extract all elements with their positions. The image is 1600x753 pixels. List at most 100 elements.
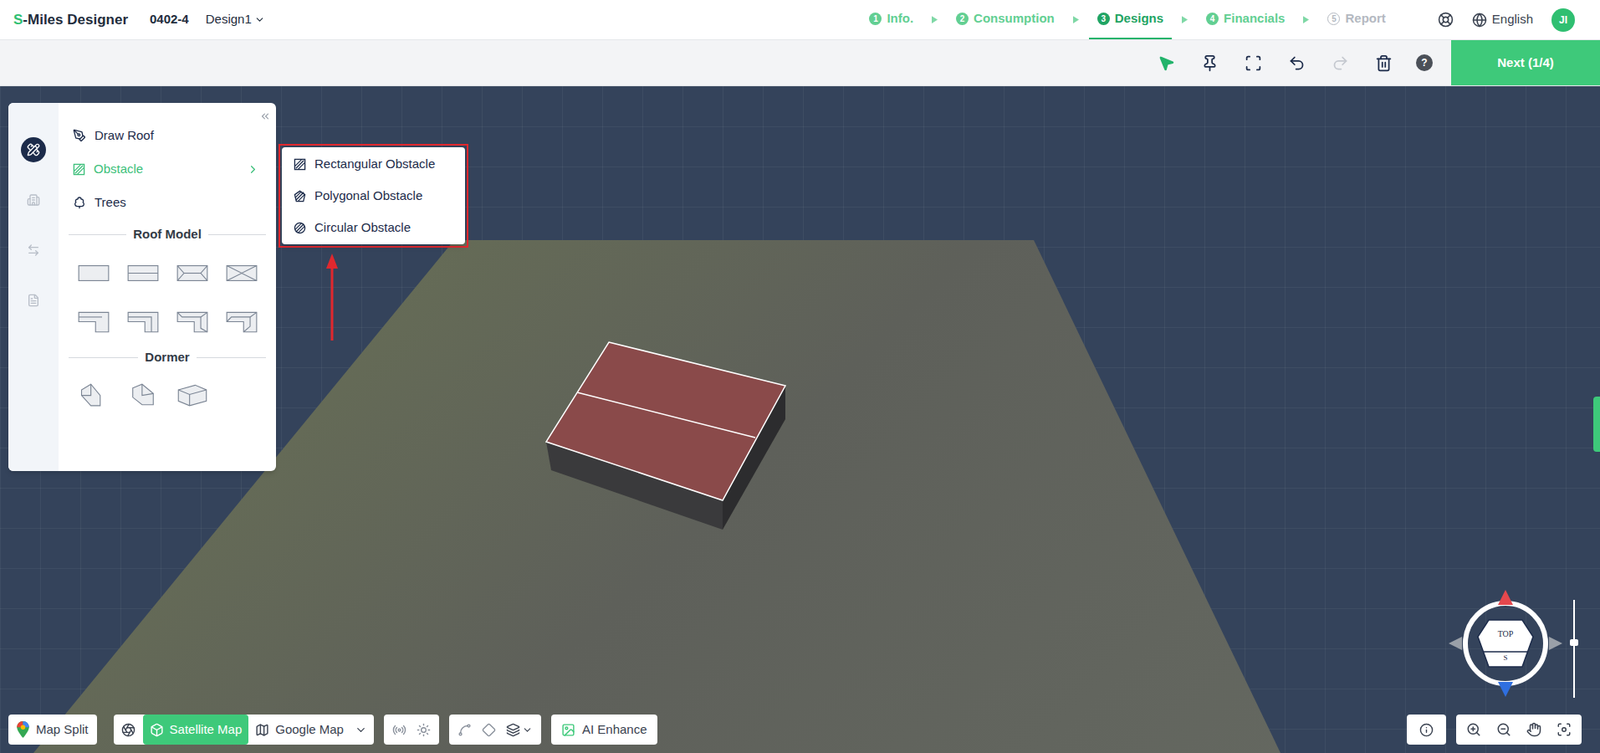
- panel-item[interactable]: Obstacle: [68, 152, 266, 186]
- slider-handle[interactable]: [1569, 638, 1579, 646]
- map-bar: Map Split Satellite MapGoogle Map AI Enhan…: [8, 714, 658, 745]
- roof-model-icon[interactable]: [77, 309, 110, 334]
- image-icon: [561, 722, 576, 737]
- step-number: 5: [1327, 12, 1340, 26]
- compass[interactable]: TOPS: [1446, 584, 1565, 702]
- signal-icon[interactable]: [392, 722, 407, 737]
- rect-obstacle-icon: [293, 158, 307, 171]
- panel-tabs: [8, 102, 59, 471]
- roof-model-icon[interactable]: [176, 382, 209, 407]
- roof-model-icon[interactable]: [77, 260, 110, 286]
- zoom-in-icon[interactable]: [1466, 721, 1482, 737]
- avatar[interactable]: JI: [1551, 8, 1575, 32]
- layers-icon[interactable]: [506, 722, 521, 737]
- frame-tool-button[interactable]: [1242, 51, 1264, 74]
- step-tab[interactable]: 2Consumption: [947, 0, 1064, 40]
- tools-icon: [26, 143, 41, 157]
- redo-icon: [1331, 54, 1350, 72]
- globe-icon: [1472, 12, 1488, 28]
- fit-view-icon[interactable]: [1556, 721, 1572, 737]
- logo[interactable]: S-Miles Designer: [13, 0, 128, 40]
- step-tab[interactable]: 1Info.: [860, 0, 922, 40]
- zoom-group: [1456, 714, 1582, 745]
- section-title: Dormer: [68, 348, 266, 366]
- project-name: 0402-4: [149, 0, 190, 40]
- roof-model-grid: [68, 260, 266, 334]
- support-icon[interactable]: [1437, 11, 1454, 28]
- toolbar: ? Next (1/4): [0, 40, 1600, 87]
- compass-icon: [1446, 584, 1565, 702]
- step-tab[interactable]: 3 Designs: [1088, 0, 1172, 40]
- roof-model-icon[interactable]: [176, 309, 209, 334]
- step-arrow-icon: [1181, 15, 1188, 24]
- roof-model-icon[interactable]: [77, 382, 110, 407]
- roof-model-icon[interactable]: [225, 309, 258, 334]
- cube-icon: [149, 722, 164, 737]
- tree-icon: [72, 195, 87, 210]
- ai-enhance-button[interactable]: AI Enhance: [551, 714, 658, 745]
- roof-model-icon[interactable]: [127, 382, 159, 407]
- compass-top-label: TOP: [1446, 628, 1565, 639]
- delete-tool-button[interactable]: [1372, 51, 1395, 74]
- roof-model-icon[interactable]: [127, 309, 159, 334]
- submenu-item[interactable]: Rectangular Obstacle: [281, 148, 466, 180]
- next-button[interactable]: Next (1/4): [1451, 40, 1600, 86]
- chevron-right-icon: [246, 163, 260, 176]
- dormer-grid: [68, 382, 266, 407]
- draw-group: [449, 714, 542, 745]
- chevron-down-icon: [354, 723, 368, 737]
- circle-obstacle-icon: [293, 221, 307, 235]
- select-tool-button[interactable]: [1155, 51, 1177, 74]
- step-tab[interactable]: 5Report: [1318, 0, 1394, 40]
- panel-tab[interactable]: [20, 287, 47, 313]
- redo-tool-button[interactable]: [1329, 51, 1351, 74]
- step-number: 4: [1206, 12, 1219, 26]
- info-button[interactable]: [1406, 714, 1447, 745]
- aperture-icon: [121, 722, 136, 737]
- collapse-icon[interactable]: [259, 110, 271, 123]
- panel-tab[interactable]: [20, 237, 47, 263]
- panel-item[interactable]: Draw Roof: [68, 118, 266, 153]
- pin-icon: [1201, 54, 1219, 72]
- obstacle-submenu: Rectangular ObstaclePolygonal ObstacleCi…: [278, 143, 469, 248]
- diamond-icon[interactable]: [481, 722, 496, 737]
- step-arrow-icon: [1073, 15, 1079, 24]
- sun-icon[interactable]: [416, 722, 431, 737]
- step-arrow-icon: [931, 15, 938, 24]
- canvas[interactable]: Draw RoofObstacleTrees Roof Model Dormer Re…: [0, 86, 1600, 753]
- google-pin-icon: [16, 720, 30, 738]
- zoom-slider[interactable]: [1569, 599, 1579, 698]
- step-number: 3: [1097, 12, 1110, 26]
- step-label: Designs: [1114, 9, 1164, 29]
- map-source-button[interactable]: Satellite Map: [143, 714, 250, 745]
- roof-model-icon[interactable]: [225, 260, 258, 286]
- panel-item[interactable]: Trees: [68, 185, 266, 220]
- zoom-out-icon[interactable]: [1496, 721, 1512, 737]
- roof-model-icon[interactable]: [176, 260, 209, 286]
- panel-tab[interactable]: [20, 137, 47, 163]
- help-button[interactable]: ?: [1415, 54, 1433, 72]
- section-title: Roof Model: [68, 225, 266, 243]
- map-source-button[interactable]: Google Map: [248, 714, 374, 745]
- submenu-item[interactable]: Polygonal Obstacle: [281, 179, 466, 212]
- design-select[interactable]: Design1: [205, 0, 266, 40]
- obstacle-icon: [72, 163, 86, 176]
- report-icon: [26, 293, 41, 307]
- panel-tab[interactable]: [20, 187, 47, 213]
- arc-icon[interactable]: [457, 722, 472, 737]
- step-tab[interactable]: 4Financials: [1197, 0, 1294, 40]
- pen-icon: [72, 128, 87, 143]
- step-arrow-icon: [1303, 15, 1309, 24]
- submenu-item[interactable]: Circular Obstacle: [281, 211, 466, 244]
- pin-tool-button[interactable]: [1198, 51, 1221, 74]
- map-split-button[interactable]: Map Split: [8, 714, 98, 745]
- undo-tool-button[interactable]: [1285, 51, 1308, 74]
- right-panel-toggle[interactable]: [1593, 396, 1600, 452]
- language-select[interactable]: English: [1472, 10, 1534, 30]
- undo-icon: [1288, 54, 1306, 72]
- roof-model-icon[interactable]: [127, 260, 159, 286]
- map-settings-button[interactable]: [113, 714, 144, 745]
- map-icon: [255, 722, 270, 737]
- swap-icon: [26, 243, 41, 257]
- hand-icon[interactable]: [1526, 721, 1542, 737]
